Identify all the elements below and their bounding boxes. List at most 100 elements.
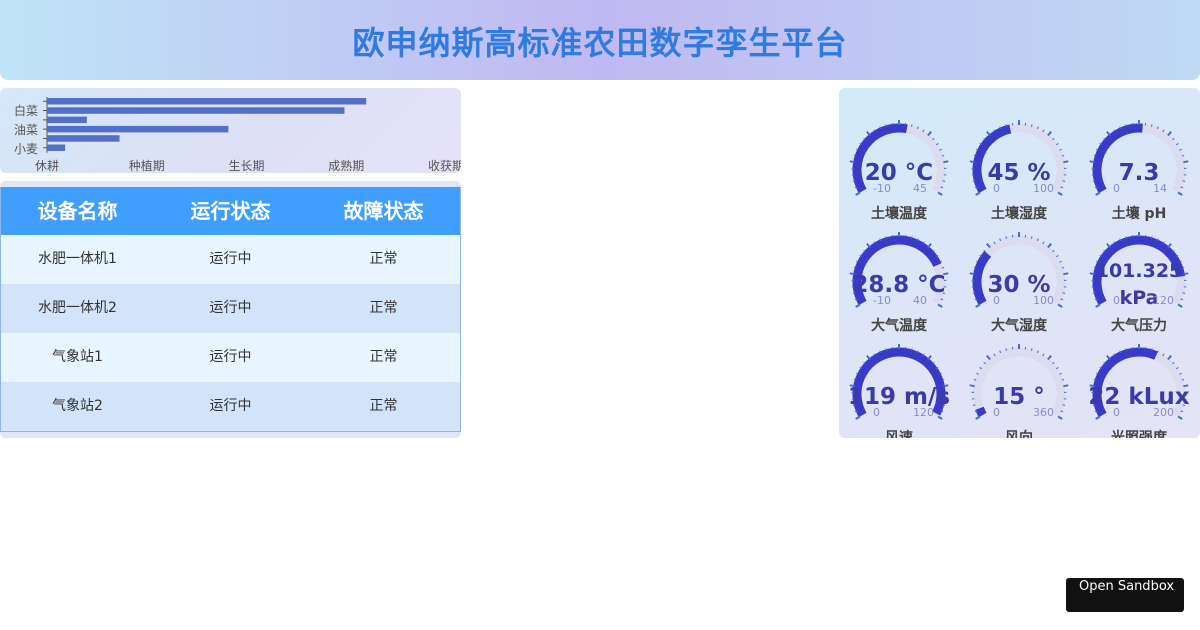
gauge-tick	[1150, 124, 1153, 127]
gauge-tick	[986, 131, 991, 137]
gauge-tick	[1057, 191, 1063, 196]
open-sandbox-button[interactable]: Open Sandbox	[1066, 578, 1184, 612]
gauge-tick	[1125, 236, 1128, 239]
gauge-min-label: 0	[1113, 406, 1120, 419]
gauge-max-label: 200	[1153, 406, 1174, 419]
gauge-max-label: 14	[1153, 182, 1167, 195]
x-tick-label: 生长期	[228, 159, 264, 173]
gauge-min-label: -10	[873, 182, 891, 195]
gauge-tick	[1005, 236, 1008, 239]
header-device-name: 设备名称	[37, 199, 118, 223]
gauge-max-label: 45	[913, 182, 927, 195]
gauge-min-label: 0	[993, 406, 1000, 419]
table-row: 气象站2 运行中 正常	[1, 382, 460, 431]
gauge-tick	[927, 131, 932, 137]
gauge-7: 15 ° 0 360 风向	[959, 330, 1079, 438]
gauge-value: 101.325 kPa	[1095, 260, 1183, 309]
gauge-value: 7.3	[1118, 160, 1160, 186]
gauge-tick	[885, 348, 888, 351]
crop-stage-chart-panel: 白菜油菜小麦休耕 种植期 生长期 成熟期 收获期	[0, 88, 461, 173]
gauge-tick	[1095, 191, 1101, 196]
device-table: 设备名称 运行状态 故障状态 水肥一体机1 运行中 正常 水肥一体机2 运行中 …	[0, 187, 461, 432]
fault-status-cell: 正常	[369, 349, 398, 365]
bar	[47, 135, 120, 142]
device-name-cell: 气象站1	[52, 349, 103, 365]
gauge-tick	[937, 415, 943, 420]
device-table-panel: 设备名称 运行状态 故障状态 水肥一体机1 运行中 正常 水肥一体机2 运行中 …	[0, 181, 461, 438]
gauge-tick	[975, 303, 981, 308]
table-row: 水肥一体机1 运行中 正常	[1, 235, 460, 284]
x-tick-label: 收获期	[428, 159, 461, 173]
gauge-min-label: 0	[1113, 294, 1120, 307]
gauge-tick	[1057, 415, 1063, 420]
gauge-max-label: 100	[1033, 182, 1054, 195]
gauge-tick	[1167, 243, 1172, 249]
gauge-max-label: 360	[1033, 406, 1054, 419]
gauge-value: 28.8 °C	[852, 272, 946, 298]
gauge-tick	[910, 236, 913, 239]
gauge-tick	[1005, 348, 1008, 351]
gauge-tick	[1106, 131, 1111, 137]
gauge-tick	[910, 124, 913, 127]
gauge-5: 101.325 kPa 0 120 大气压力	[1079, 218, 1199, 334]
gauge-tick	[1106, 243, 1111, 249]
table-row: 水肥一体机2 运行中 正常	[1, 284, 460, 333]
gauge-value: 119 m/s	[847, 384, 951, 410]
gauge-1: 45 % 0 100 土壤湿度	[959, 106, 1079, 222]
gauge-tick	[1047, 355, 1052, 361]
gauge-tick	[885, 124, 888, 127]
gauge-label: 风向	[1005, 430, 1033, 438]
gauge-6: 119 m/s 0 120 风速	[839, 330, 959, 438]
gauge-tick	[1150, 348, 1153, 351]
gauge-tick	[937, 191, 943, 196]
x-tick-label: 种植期	[129, 158, 165, 173]
gauge-tick	[1106, 355, 1111, 361]
gauge-value: 30 %	[987, 272, 1051, 298]
header-fault-status: 故障状态	[343, 199, 424, 223]
gauge-4: 30 % 0 100 大气湿度	[959, 218, 1079, 334]
y-tick-label: 小麦	[14, 142, 38, 156]
run-status-cell: 运行中	[209, 349, 252, 365]
gauge-min-label: 0	[993, 182, 1000, 195]
gauge-tick	[866, 243, 871, 249]
bar	[47, 116, 87, 124]
gauge-value: 45 %	[987, 160, 1051, 186]
sensor-gauge-panel: 20 °C -10 45 土壤温度 45 % 0 100 土壤湿度 7.3 0 14 土壤 pH 28.…	[839, 88, 1200, 438]
gauge-tick	[1150, 236, 1153, 239]
run-status-cell: 运行中	[209, 398, 252, 414]
gauge-tick	[1030, 348, 1033, 351]
gauge-tick	[1030, 124, 1033, 127]
gauge-max-label: 120	[913, 406, 934, 419]
device-name-cell: 水肥一体机2	[38, 300, 117, 316]
gauge-tick	[866, 131, 871, 137]
header-banner: 欧申纳斯高标准农田数字孪生平台	[0, 0, 1200, 80]
gauge-tick	[986, 243, 991, 249]
y-tick-label: 白菜	[14, 103, 38, 118]
fault-status-cell: 正常	[369, 398, 398, 414]
gauge-tick	[975, 415, 981, 420]
fault-status-cell: 正常	[369, 251, 398, 267]
gauge-tick	[986, 355, 991, 361]
gauge-tick	[1047, 131, 1052, 137]
bar	[47, 107, 345, 114]
gauge-tick	[855, 303, 861, 308]
y-tick-label: 油菜	[14, 123, 38, 137]
gauge-tick	[927, 355, 932, 361]
x-tick-label: 成熟期	[328, 158, 364, 173]
header-run-status: 运行状态	[190, 199, 271, 223]
device-name-cell: 气象站2	[52, 398, 103, 414]
gauge-tick	[855, 191, 861, 196]
gauge-tick	[866, 355, 871, 361]
gauge-tick	[1057, 303, 1063, 308]
gauge-tick	[1047, 243, 1052, 249]
gauge-tick	[1167, 355, 1172, 361]
gauge-tick	[1125, 348, 1128, 351]
table-header: 设备名称 运行状态 故障状态	[1, 187, 460, 235]
gauge-max-label: 120	[1153, 294, 1174, 307]
gauge-value: 20 °C	[864, 160, 934, 186]
page-title: 欧申纳斯高标准农田数字孪生平台	[352, 24, 848, 62]
x-tick-label: 休耕	[35, 158, 59, 173]
gauge-min-label: 0	[993, 294, 1000, 307]
gauge-min-label: 0	[873, 406, 880, 419]
gauge-tick	[910, 348, 913, 351]
